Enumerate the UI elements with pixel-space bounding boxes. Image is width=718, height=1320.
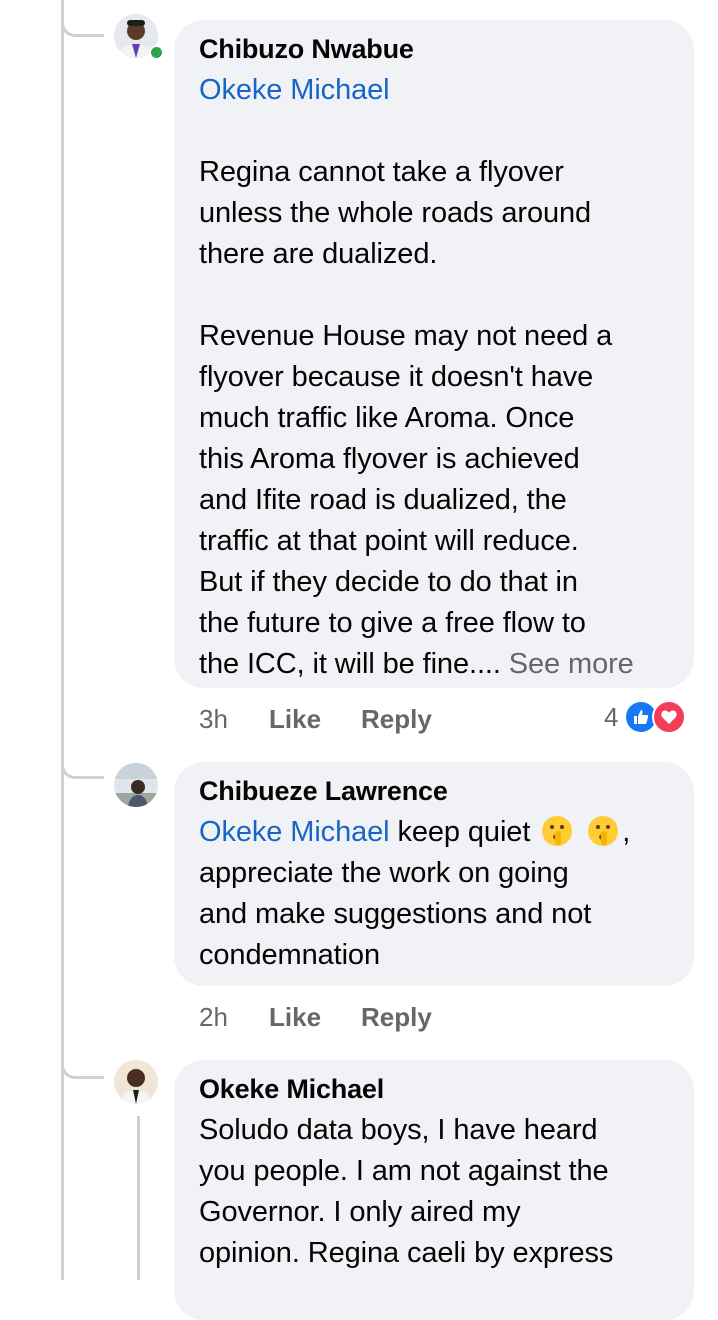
comment-bubble[interactable]: Chibuzo Nwabue Okeke Michael Regina cann… bbox=[174, 20, 694, 688]
love-icon bbox=[652, 700, 687, 734]
comment-text-segment: keep quiet bbox=[389, 816, 531, 848]
comment-bubble[interactable]: Okeke Michael Soludo data boys, I have h… bbox=[174, 1060, 694, 1320]
comment-author[interactable]: Chibuzo Nwabue bbox=[199, 34, 670, 64]
reply-button[interactable]: Reply bbox=[361, 1002, 432, 1033]
comment-paragraph: Revenue House may not need a flyover bec… bbox=[199, 320, 613, 680]
comment-author[interactable]: Okeke Michael bbox=[199, 1074, 670, 1104]
mention-link[interactable]: Okeke Michael bbox=[199, 74, 390, 106]
user-photo-icon bbox=[114, 1060, 158, 1104]
like-button[interactable]: Like bbox=[269, 1002, 361, 1033]
see-more-link[interactable]: See more bbox=[509, 648, 634, 680]
comment-text: Okeke Michael Regina cannot take a flyov… bbox=[199, 70, 670, 685]
comment-actions: 2h Like Reply bbox=[199, 1002, 432, 1033]
comment-author[interactable]: Chibueze Lawrence bbox=[199, 776, 670, 806]
avatar[interactable] bbox=[114, 1060, 158, 1104]
shushing-face-icon bbox=[541, 815, 573, 847]
reaction-summary[interactable]: 4 bbox=[604, 700, 687, 734]
user-photo-icon bbox=[114, 763, 158, 807]
avatar[interactable] bbox=[114, 763, 158, 807]
comment-text: Okeke Michael keep quiet , appreciate th… bbox=[199, 815, 631, 971]
like-button[interactable]: Like bbox=[269, 704, 361, 735]
shushing-face-icon bbox=[587, 815, 619, 847]
comment-time[interactable]: 3h bbox=[199, 704, 269, 735]
comment-text-segment: appreciate the work on going and make su… bbox=[199, 857, 592, 971]
comment-bubble[interactable]: Chibueze Lawrence Okeke Michael keep qui… bbox=[174, 762, 694, 986]
online-status-icon bbox=[149, 45, 164, 60]
reply-button[interactable]: Reply bbox=[361, 704, 432, 735]
comment-time[interactable]: 2h bbox=[199, 1002, 269, 1033]
reaction-count: 4 bbox=[604, 701, 619, 732]
comment-actions: 3h Like Reply bbox=[199, 704, 432, 735]
comment-paragraph: Regina cannot take a flyover unless the … bbox=[199, 156, 592, 270]
sub-thread-line bbox=[137, 1116, 140, 1280]
reply-connector bbox=[61, 740, 104, 779]
thread-line bbox=[61, 0, 64, 1280]
comment-text: Soludo data boys, I have heard you peopl… bbox=[199, 1114, 614, 1269]
reply-connector bbox=[61, 1040, 104, 1079]
mention-link[interactable]: Okeke Michael bbox=[199, 816, 390, 848]
reply-connector bbox=[61, 0, 104, 37]
